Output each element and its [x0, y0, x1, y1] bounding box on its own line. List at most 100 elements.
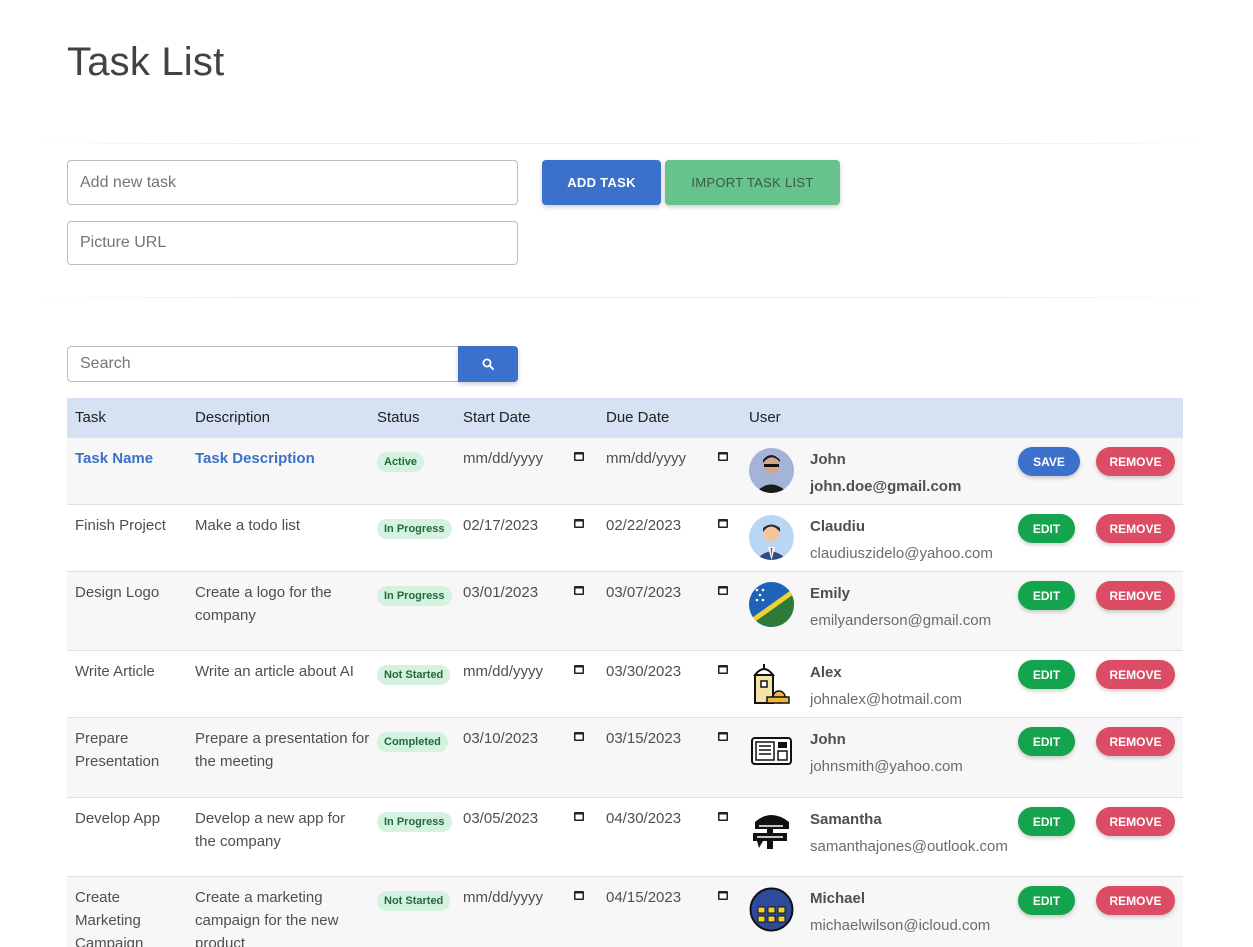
calendar-icon[interactable] [573, 517, 585, 529]
table-row: Create Marketing Campaign Create a marke… [67, 876, 1183, 947]
user-email: claudiuszidelo@yahoo.com [810, 545, 993, 562]
calendar-icon[interactable] [573, 663, 585, 675]
search-icon [482, 358, 494, 370]
user-name[interactable]: John [810, 446, 961, 473]
user-name: Alex [810, 664, 842, 681]
new-task-row: Task Name Task Description Active mm/dd/… [67, 437, 1183, 504]
status-badge: In Progress [377, 812, 452, 832]
calendar-icon[interactable] [717, 663, 729, 675]
edit-button[interactable]: EDIT [1018, 727, 1075, 756]
due-date-input[interactable]: 04/30/2023 [606, 807, 732, 830]
header-task: Task [75, 409, 106, 426]
due-date-input[interactable]: mm/dd/yyyy [606, 447, 732, 470]
search-button[interactable] [458, 346, 518, 382]
calendar-icon[interactable] [717, 889, 729, 901]
user-name: Michael [810, 890, 866, 907]
task-name[interactable]: Task Name [75, 447, 185, 470]
table-row: Write Article Write an article about AI … [67, 650, 1183, 717]
page-title: Task List [67, 40, 225, 84]
task-description[interactable]: Task Description [195, 447, 370, 470]
table-row: Develop App Develop a new app for the co… [67, 797, 1183, 876]
add-task-button[interactable]: ADD TASK [542, 160, 661, 205]
avatar [749, 448, 794, 493]
task-description: Write an article about AI [195, 663, 354, 680]
due-date-input[interactable]: 03/15/2023 [606, 727, 732, 750]
calendar-icon[interactable] [717, 517, 729, 529]
start-date-input[interactable]: mm/dd/yyyy [463, 447, 589, 470]
avatar [749, 582, 794, 627]
remove-button[interactable]: REMOVE [1096, 807, 1175, 836]
task-name: Finish Project [75, 517, 166, 534]
start-date-input[interactable]: 03/10/2023 [463, 727, 589, 750]
edit-button[interactable]: EDIT [1018, 581, 1075, 610]
edit-button[interactable]: EDIT [1018, 886, 1075, 915]
remove-button[interactable]: REMOVE [1096, 514, 1175, 543]
remove-button[interactable]: REMOVE [1096, 581, 1175, 610]
remove-button[interactable]: REMOVE [1096, 727, 1175, 756]
status-badge: Not Started [377, 665, 451, 685]
table-header: Task Description Status Start Date Due D… [67, 398, 1183, 437]
status-badge: In Progress [377, 586, 452, 606]
task-name: Create Marketing Campaign [75, 889, 144, 947]
calendar-icon[interactable] [717, 450, 729, 462]
user-email: johnsmith@yahoo.com [810, 758, 963, 775]
remove-button[interactable]: REMOVE [1096, 447, 1175, 476]
start-date-input[interactable]: 02/17/2023 [463, 514, 589, 537]
status-badge: In Progress [377, 519, 452, 539]
status-badge: Completed [377, 732, 448, 752]
task-description: Create a marketing campaign for the new … [195, 889, 339, 947]
calendar-icon[interactable] [573, 730, 585, 742]
avatar [749, 515, 794, 560]
user-email: emilyanderson@gmail.com [810, 612, 992, 629]
edit-button[interactable]: EDIT [1018, 807, 1075, 836]
user-email: johnalex@hotmail.com [810, 691, 962, 708]
calendar-icon[interactable] [573, 810, 585, 822]
picture-url-input[interactable] [67, 221, 518, 265]
start-date-input[interactable]: 03/05/2023 [463, 807, 589, 830]
new-task-input[interactable] [67, 160, 518, 205]
calendar-icon[interactable] [717, 730, 729, 742]
task-name: Prepare Presentation [75, 730, 160, 770]
header-user: User [749, 409, 781, 426]
task-description: Create a logo for the company [195, 584, 332, 624]
save-button[interactable]: SAVE [1018, 447, 1080, 476]
user-name: Samantha [810, 811, 882, 828]
calendar-icon[interactable] [573, 889, 585, 901]
due-date-input[interactable]: 04/15/2023 [606, 886, 732, 909]
task-name: Develop App [75, 810, 161, 827]
status-badge: Active [377, 452, 425, 472]
task-name: Write Article [75, 663, 155, 680]
start-date-input[interactable]: 03/01/2023 [463, 581, 589, 604]
header-status: Status [377, 409, 420, 426]
task-description: Prepare a presentation for the meeting [195, 730, 370, 770]
user-email: michaelwilson@icloud.com [810, 917, 991, 934]
edit-button[interactable]: EDIT [1018, 514, 1075, 543]
divider [20, 297, 1220, 298]
task-name: Design Logo [75, 584, 160, 601]
remove-button[interactable]: REMOVE [1096, 660, 1175, 689]
due-date-input[interactable]: 02/22/2023 [606, 514, 732, 537]
calendar-icon[interactable] [573, 584, 585, 596]
table-row: Prepare Presentation Prepare a presentat… [67, 717, 1183, 797]
calendar-icon[interactable] [573, 450, 585, 462]
user-name: Claudiu [810, 518, 865, 535]
table-row: Finish Project Make a todo list In Progr… [67, 504, 1183, 571]
import-task-list-button[interactable]: IMPORT TASK LIST [665, 160, 840, 205]
due-date-input[interactable]: 03/30/2023 [606, 660, 732, 683]
calendar-icon[interactable] [717, 584, 729, 596]
avatar [752, 664, 790, 704]
start-date-input[interactable]: mm/dd/yyyy [463, 886, 589, 909]
remove-button[interactable]: REMOVE [1096, 886, 1175, 915]
task-description: Develop a new app for the company [195, 810, 346, 850]
header-start-date: Start Date [463, 409, 531, 426]
divider [20, 143, 1220, 144]
search-input[interactable] [67, 346, 459, 382]
avatar [751, 737, 792, 765]
task-table: Task Description Status Start Date Due D… [67, 398, 1183, 947]
user-email: samanthajones@outlook.com [810, 838, 1008, 855]
due-date-input[interactable]: 03/07/2023 [606, 581, 732, 604]
calendar-icon[interactable] [717, 810, 729, 822]
start-date-input[interactable]: mm/dd/yyyy [463, 660, 589, 683]
edit-button[interactable]: EDIT [1018, 660, 1075, 689]
table-row: Design Logo Create a logo for the compan… [67, 571, 1183, 650]
